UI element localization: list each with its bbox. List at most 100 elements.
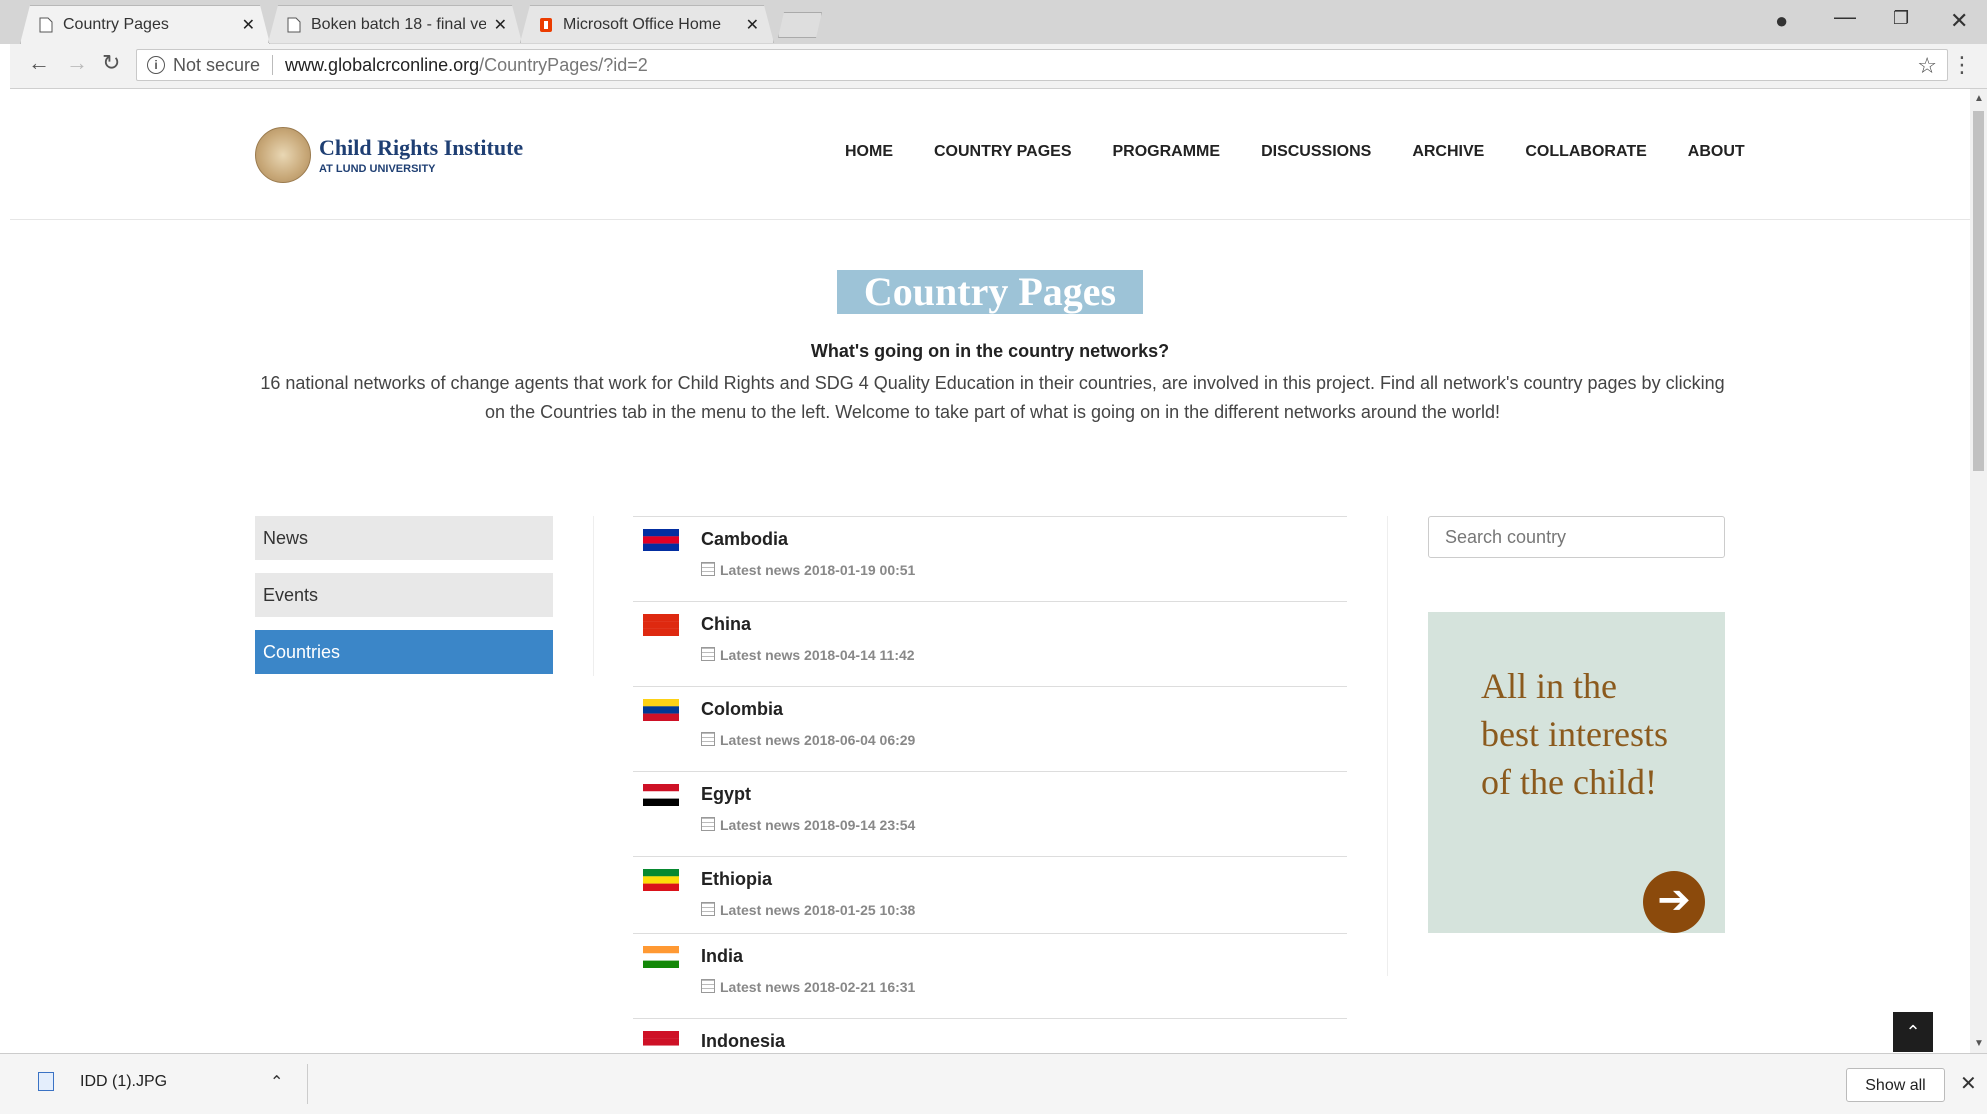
best-interests-banner[interactable]: All in the best interests of the child! …	[1428, 612, 1725, 933]
page-subtitle: What's going on in the country networks?	[810, 341, 1170, 361]
country-row[interactable]: Colombia Latest news 2018-06-04 06:29	[633, 687, 1347, 772]
country-row[interactable]: China Latest news 2018-04-14 11:42	[633, 602, 1347, 687]
banner-line: of the child!	[1481, 762, 1657, 802]
country-row[interactable]: Ethiopia Latest news 2018-01-25 10:38	[633, 857, 1347, 934]
downloads-bar: IDD (1).JPG ⌃ Show all ✕	[0, 1053, 1987, 1114]
calendar-icon	[701, 562, 715, 576]
side-menu-news[interactable]: News	[255, 516, 553, 560]
flag-icon	[643, 869, 679, 891]
browser-tab-bar: Country Pages ✕ Boken batch 18 - final v…	[0, 0, 1987, 44]
close-icon[interactable]: ✕	[1960, 1071, 1977, 1096]
nav-archive[interactable]: ARCHIVE	[1412, 143, 1484, 161]
search-country-input[interactable]	[1428, 516, 1725, 558]
country-list: Cambodia Latest news 2018-01-19 00:51 Chi…	[633, 516, 1347, 1053]
back-arrow-icon[interactable]: ←	[28, 50, 50, 76]
country-name[interactable]: Ethiopia	[701, 869, 772, 890]
side-menu-events[interactable]: Events	[255, 573, 553, 617]
tab-country-pages[interactable]: Country Pages ✕	[20, 5, 270, 44]
nav-discussions[interactable]: DISCUSSIONS	[1261, 143, 1371, 161]
banner-line: All in the	[1481, 666, 1617, 706]
calendar-icon	[701, 902, 715, 916]
nav-home[interactable]: HOME	[845, 143, 893, 161]
page-scrollbar[interactable]: ▲ ▼	[1970, 89, 1987, 1053]
logo-subtitle: AT LUND UNIVERSITY	[319, 163, 436, 175]
nav-about[interactable]: ABOUT	[1688, 143, 1745, 161]
restore-icon[interactable]: ❐	[1893, 8, 1909, 29]
tab-boken-batch[interactable]: Boken batch 18 - final ve ✕	[268, 5, 522, 43]
nav-country-pages[interactable]: COUNTRY PAGES	[934, 143, 1072, 161]
country-row[interactable]: India Latest news 2018-02-21 16:31	[633, 934, 1347, 1019]
scroll-to-top-button[interactable]: ⌃	[1893, 1012, 1933, 1052]
calendar-icon	[701, 817, 715, 831]
info-icon[interactable]: i	[147, 56, 165, 74]
nav-collaborate[interactable]: COLLABORATE	[1525, 143, 1646, 161]
profile-icon[interactable]: ●	[1775, 8, 1788, 34]
tab-title: Boken batch 18 - final ve	[311, 15, 486, 33]
address-bar[interactable]: i Not secure www.globalcrconline.org/Cou…	[136, 49, 1948, 81]
country-row[interactable]: Egypt Latest news 2018-09-14 23:54	[633, 772, 1347, 857]
divider	[1387, 516, 1388, 976]
page-icon	[287, 17, 301, 33]
latest-news-text: Latest news 2018-01-19 00:51	[720, 562, 916, 578]
bookmark-star-icon[interactable]: ☆	[1917, 53, 1937, 79]
close-icon[interactable]: ✕	[494, 15, 507, 35]
banner-line: best interests	[1481, 714, 1668, 754]
latest-news-date: Latest news 2018-09-14 23:54	[701, 817, 915, 833]
tab-microsoft-office[interactable]: Microsoft Office Home ✕	[520, 5, 774, 43]
country-name[interactable]: India	[701, 946, 743, 967]
flag-icon	[643, 699, 679, 721]
scroll-up-arrow-icon[interactable]: ▲	[1974, 93, 1984, 104]
intro-line: on the Countries tab in the menu to the …	[485, 402, 1500, 422]
new-tab-button[interactable]	[778, 12, 822, 38]
latest-news-date: Latest news 2018-02-21 16:31	[701, 979, 915, 995]
url-host: www.globalcrconline.org	[285, 54, 480, 75]
country-name[interactable]: Colombia	[701, 699, 783, 720]
divider	[272, 55, 274, 75]
forward-arrow-icon[interactable]: →	[66, 50, 88, 76]
latest-news-date: Latest news 2018-01-19 00:51	[701, 562, 915, 578]
download-item[interactable]: IDD (1).JPG	[38, 1072, 167, 1091]
browser-toolbar: ← → ↻ i Not secure www.globalcrconline.o…	[10, 44, 1987, 89]
country-name[interactable]: Cambodia	[701, 529, 788, 550]
download-filename: IDD (1).JPG	[80, 1072, 168, 1090]
browser-menu-icon[interactable]: ⋮	[1951, 52, 1973, 78]
window-close-icon[interactable]: ✕	[1950, 8, 1968, 34]
site-logo[interactable]: Child Rights Institute AT LUND UNIVERSIT…	[255, 127, 523, 183]
country-name[interactable]: China	[701, 614, 751, 635]
nav-programme[interactable]: PROGRAMME	[1113, 143, 1221, 161]
scroll-down-arrow-icon[interactable]: ▼	[1974, 1038, 1984, 1049]
close-icon[interactable]: ✕	[746, 15, 759, 35]
image-file-icon	[38, 1072, 54, 1091]
calendar-icon	[701, 979, 715, 993]
minimize-icon[interactable]: —	[1834, 4, 1856, 30]
site-header: Child Rights Institute AT LUND UNIVERSIT…	[10, 89, 1970, 220]
chevron-up-icon[interactable]: ⌃	[270, 1072, 283, 1092]
url-path: /CountryPages/?id=2	[479, 54, 648, 75]
country-row[interactable]: Cambodia Latest news 2018-01-19 00:51	[633, 517, 1347, 602]
reload-icon[interactable]: ↻	[102, 50, 120, 76]
latest-news-text: Latest news 2018-06-04 06:29	[720, 732, 916, 748]
latest-news-date: Latest news 2018-01-25 10:38	[701, 902, 915, 918]
page-icon	[39, 17, 53, 33]
flag-icon	[643, 784, 679, 806]
web-page: Child Rights Institute AT LUND UNIVERSIT…	[10, 89, 1970, 1053]
side-menu-countries[interactable]: Countries	[255, 630, 553, 674]
latest-news-text: Latest news 2018-01-25 10:38	[720, 902, 916, 918]
divider	[307, 1064, 308, 1104]
latest-news-text: Latest news 2018-02-21 16:31	[720, 979, 916, 995]
calendar-icon	[701, 732, 715, 746]
country-name[interactable]: Egypt	[701, 784, 751, 805]
latest-news-text: Latest news 2018-09-14 23:54	[720, 817, 916, 833]
page-title: Country Pages	[863, 269, 1117, 314]
page-title-box: Country Pages	[837, 270, 1143, 314]
latest-news-date: Latest news 2018-04-14 11:42	[701, 647, 915, 663]
country-row[interactable]: Indonesia	[633, 1019, 1347, 1053]
security-label: Not secure	[173, 54, 261, 75]
main-nav: HOME COUNTRY PAGES PROGRAMME DISCUSSIONS…	[845, 143, 1745, 161]
intro-line: 16 national networks of change agents th…	[260, 373, 1725, 393]
close-icon[interactable]: ✕	[242, 15, 255, 35]
country-name[interactable]: Indonesia	[701, 1031, 785, 1052]
scrollbar-thumb[interactable]	[1973, 111, 1984, 471]
show-all-button[interactable]: Show all	[1846, 1068, 1945, 1102]
arrow-right-icon[interactable]: ➔	[1643, 871, 1705, 933]
